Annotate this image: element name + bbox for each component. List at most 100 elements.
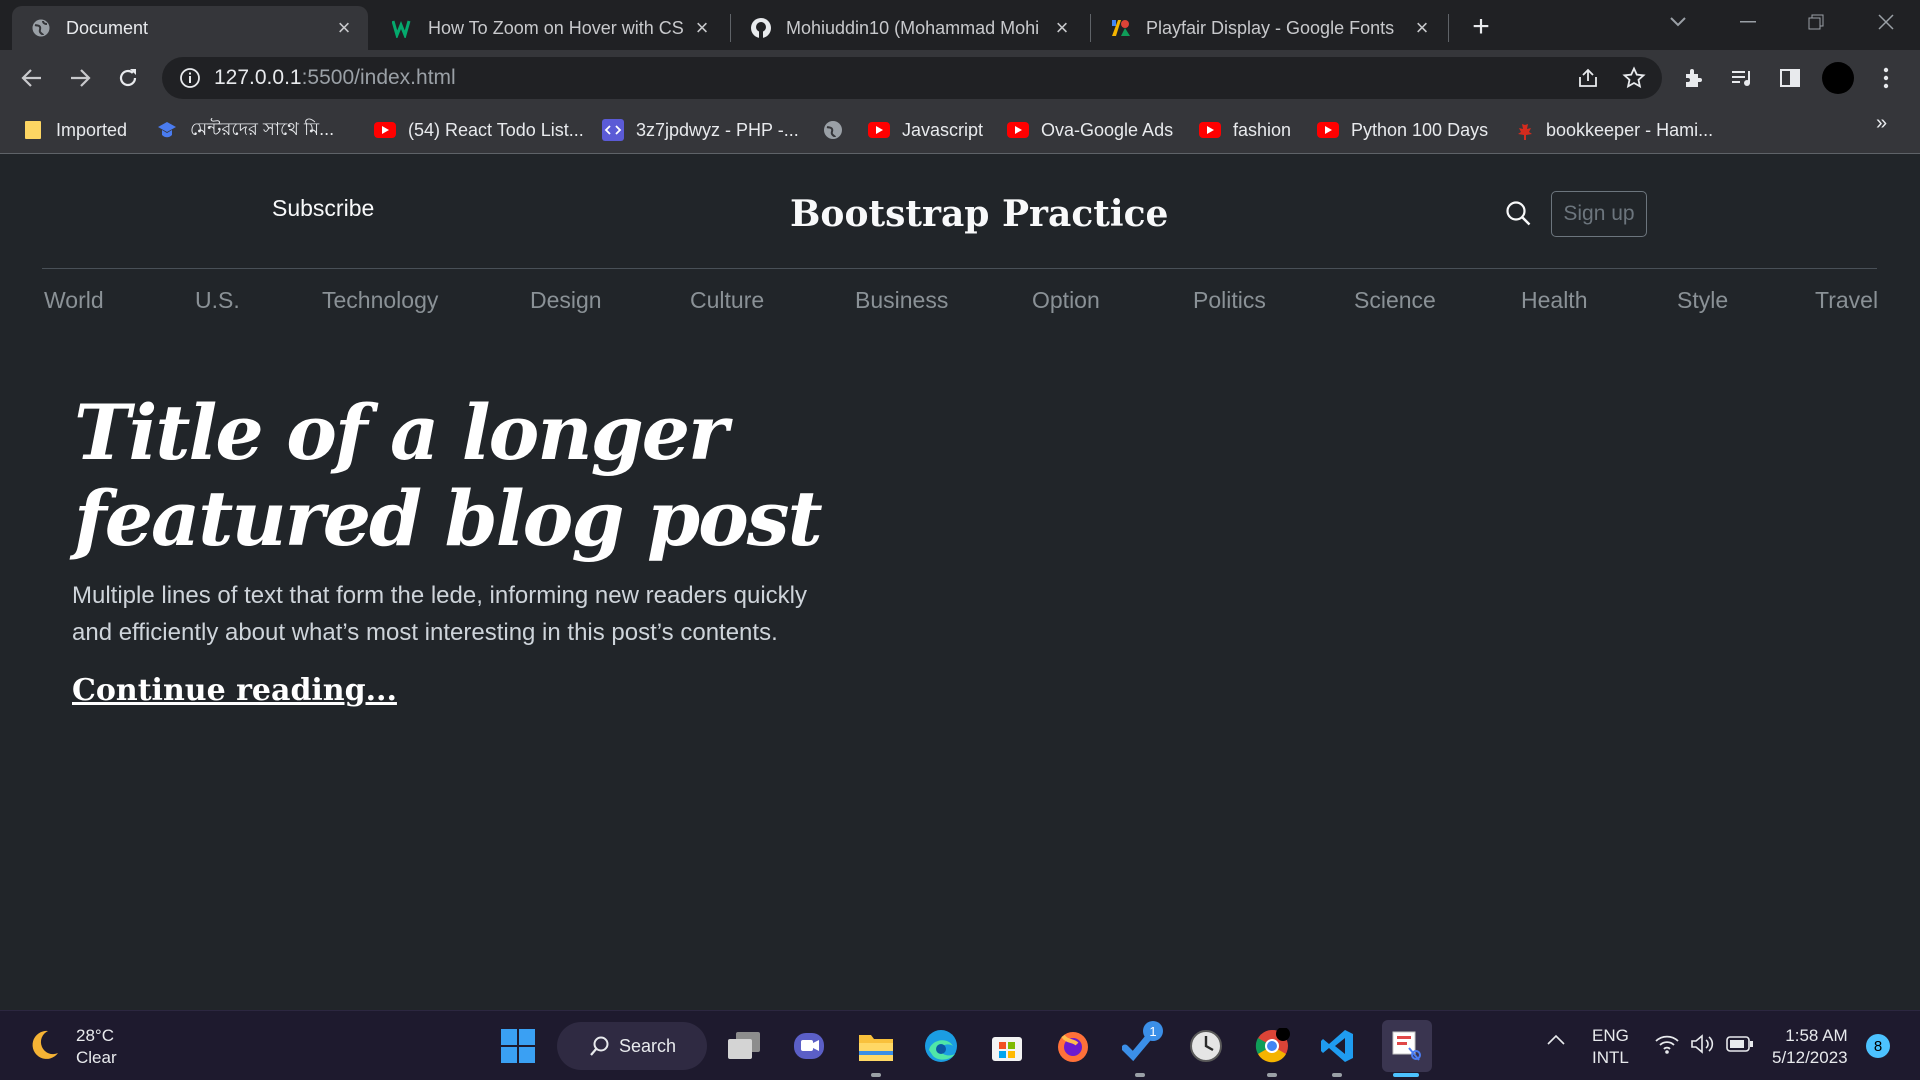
page-content: Subscribe Bootstrap Practice Sign up Wor… (0, 155, 1920, 1010)
close-tab-icon[interactable]: × (332, 15, 356, 40)
tab-search-icon[interactable] (1648, 0, 1708, 44)
url-path: :5500/index.html (301, 66, 456, 89)
close-window-button[interactable] (1856, 0, 1916, 44)
nav-link-health[interactable]: Health (1521, 287, 1587, 314)
bookmark-globe[interactable] (822, 116, 856, 144)
bookmark-python[interactable]: Python 100 Days (1317, 116, 1488, 144)
bookmark-bookkeeper[interactable]: bookkeeper - Hami... (1512, 116, 1713, 144)
bookmark-react-todo[interactable]: (54) React Todo List... (374, 116, 584, 144)
forward-button[interactable] (62, 60, 98, 96)
clock-app-icon[interactable] (1185, 1025, 1227, 1067)
globe-icon (822, 119, 844, 141)
menu-icon[interactable] (1872, 64, 1900, 92)
show-hidden-icons-chevron-up-icon[interactable] (1546, 1033, 1566, 1052)
minimize-button[interactable] (1718, 0, 1778, 44)
info-icon[interactable] (178, 66, 202, 90)
browser-toolbar: 127.0.0.1:5500/index.html (0, 50, 1920, 106)
subscribe-link[interactable]: Subscribe (272, 195, 374, 222)
tab-playfair[interactable]: Playfair Display - Google Fonts × (1092, 6, 1446, 50)
address-bar[interactable]: 127.0.0.1:5500/index.html (162, 57, 1662, 99)
bookmark-php[interactable]: 3z7jpdwyz - PHP -... (602, 116, 799, 144)
bookmark-google-ads[interactable]: Ova-Google Ads (1007, 116, 1173, 144)
taskbar-search[interactable]: Search (557, 1022, 707, 1070)
restore-button[interactable] (1786, 0, 1846, 44)
clock-time: 1:58 AM (1785, 1026, 1848, 1045)
back-button[interactable] (14, 60, 50, 96)
volume-icon[interactable] (1690, 1033, 1714, 1060)
bookmarks-overflow-button[interactable]: » (1876, 112, 1887, 135)
nav-link-politics[interactable]: Politics (1193, 287, 1266, 314)
lede-line-1: Multiple lines of text that form the led… (72, 582, 808, 609)
bookmarks-bar: Imported মেন্টরদের সাথে মি... (54) React… (0, 106, 1920, 154)
nav-link-option[interactable]: Option (1032, 287, 1100, 314)
tab-title: Mohiuddin10 (Mohammad Mohi (786, 17, 1040, 38)
share-icon[interactable] (1576, 66, 1600, 90)
tab-github[interactable]: Mohiuddin10 (Mohammad Mohi × (732, 6, 1086, 50)
new-tab-button[interactable]: + (1466, 10, 1496, 43)
extensions-icon[interactable] (1680, 64, 1708, 92)
weather-desc: Clear (76, 1048, 117, 1067)
profile-avatar[interactable] (1822, 62, 1854, 94)
start-icon[interactable] (497, 1025, 539, 1067)
weather-widget[interactable]: 28°C Clear (26, 1025, 117, 1069)
lang-code: ENG (1592, 1026, 1629, 1045)
featured-title-line-1: Title of a longer (74, 388, 728, 477)
nav-link-culture[interactable]: Culture (690, 287, 764, 314)
bookmark-fashion[interactable]: fashion (1199, 116, 1291, 144)
running-indicator (1332, 1073, 1342, 1077)
bookmark-label: Javascript (902, 119, 984, 140)
app-with-badge-icon[interactable]: 1 (1119, 1021, 1163, 1067)
edge-icon[interactable] (920, 1025, 962, 1067)
wifi-icon[interactable] (1654, 1033, 1680, 1060)
bookmark-mentor[interactable]: মেন্টরদের সাথে মি... (156, 116, 334, 144)
battery-icon[interactable] (1726, 1035, 1754, 1058)
side-panel-icon[interactable] (1776, 64, 1804, 92)
featured-post-title: Title of a longer featured blog post (74, 390, 834, 562)
nav-link-us[interactable]: U.S. (195, 287, 240, 314)
vscode-icon[interactable] (1316, 1025, 1358, 1067)
teams-chat-icon[interactable] (788, 1025, 830, 1067)
tab-zoom-hover[interactable]: How To Zoom on Hover with CSS × (374, 6, 726, 50)
tab-separator (1090, 14, 1091, 42)
tab-document[interactable]: Document × (12, 6, 368, 50)
nav-link-technology[interactable]: Technology (322, 287, 438, 314)
brand-title[interactable]: Bootstrap Practice (790, 193, 1168, 235)
app-badge: 1 (1143, 1021, 1163, 1041)
chrome-icon[interactable] (1251, 1025, 1293, 1067)
media-control-icon[interactable] (1728, 64, 1756, 92)
bookmark-imported[interactable]: Imported (22, 116, 127, 144)
youtube-icon (1007, 119, 1029, 141)
tab-title: How To Zoom on Hover with CSS (428, 17, 684, 38)
nav-link-science[interactable]: Science (1354, 287, 1436, 314)
bookmark-star-icon[interactable] (1622, 66, 1646, 90)
url-host: 127.0.0.1 (214, 66, 302, 89)
close-tab-icon[interactable]: × (690, 15, 714, 40)
nav-link-world[interactable]: World (44, 287, 104, 314)
task-view-icon[interactable] (723, 1025, 765, 1067)
close-tab-icon[interactable]: × (1050, 15, 1074, 40)
bookmark-label: fashion (1233, 119, 1292, 140)
notification-badge[interactable]: 8 (1866, 1034, 1890, 1058)
continue-reading-link[interactable]: Continue reading... (72, 673, 397, 708)
signup-button[interactable]: Sign up (1551, 191, 1647, 237)
system-clock[interactable]: 1:58 AM 5/12/2023 (1772, 1025, 1848, 1069)
running-indicator (871, 1073, 881, 1077)
bookmark-label: Python 100 Days (1351, 119, 1489, 140)
microsoft-store-icon[interactable] (986, 1025, 1028, 1067)
input-language-indicator[interactable]: ENG INTL (1592, 1025, 1629, 1069)
nav-link-design[interactable]: Design (530, 287, 602, 314)
nav-link-travel[interactable]: Travel (1815, 287, 1878, 314)
moon-icon (26, 1027, 62, 1068)
search-icon[interactable] (1504, 199, 1534, 229)
file-explorer-icon[interactable] (855, 1025, 897, 1067)
weather-temp: 28°C (76, 1026, 114, 1045)
nav-link-business[interactable]: Business (855, 287, 948, 314)
snipping-tool-icon[interactable] (1382, 1020, 1432, 1072)
firefox-icon[interactable] (1052, 1025, 1094, 1067)
bookmark-javascript[interactable]: Javascript (868, 116, 983, 144)
url-text[interactable]: 127.0.0.1:5500/index.html (214, 66, 456, 90)
tab-title: Document (66, 17, 149, 38)
close-tab-icon[interactable]: × (1410, 15, 1434, 40)
reload-button[interactable] (110, 60, 146, 96)
nav-link-style[interactable]: Style (1677, 287, 1728, 314)
